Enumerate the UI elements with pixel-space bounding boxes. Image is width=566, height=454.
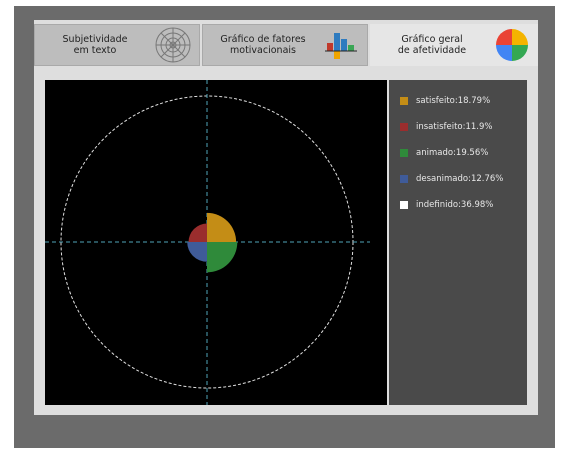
legend-item-animado: animado:19.56% bbox=[400, 148, 488, 158]
legend-label: indefinido:36.98% bbox=[416, 200, 494, 210]
tab-subjetividade-label: Subjetividade em texto bbox=[62, 34, 128, 56]
affectivity-chart bbox=[45, 80, 387, 405]
tab-subjetividade[interactable]: Subjetividade em texto bbox=[34, 24, 200, 66]
tab-fatores-motivacionais[interactable]: Gráfico de fatores motivacionais bbox=[202, 24, 368, 66]
radar-target-icon bbox=[155, 27, 191, 63]
tab-afetividade[interactable]: Gráfico geral de afetividade bbox=[370, 24, 538, 66]
pie-wedge-desanimado bbox=[187, 242, 207, 262]
tab-fatores-label: Gráfico de fatores motivacionais bbox=[220, 34, 306, 56]
legend-item-desanimado: desanimado:12.76% bbox=[400, 174, 503, 184]
legend-swatch bbox=[400, 123, 408, 131]
legend-label: animado:19.56% bbox=[416, 148, 489, 158]
legend-swatch bbox=[400, 97, 408, 105]
legend-swatch bbox=[400, 201, 408, 209]
legend-label: desanimado:12.76% bbox=[416, 174, 504, 184]
bar-chart-icon bbox=[325, 33, 357, 59]
legend-swatch bbox=[400, 175, 408, 183]
tab-afetividade-label: Gráfico geral de afetividade bbox=[397, 34, 467, 56]
legend-item-insatisfeito: insatisfeito:11.9% bbox=[400, 122, 493, 132]
legend-item-satisfeito: satisfeito:18.79% bbox=[400, 96, 490, 106]
legend-panel: satisfeito:18.79% insatisfeito:11.9% ani… bbox=[389, 80, 527, 405]
legend-label: insatisfeito:11.9% bbox=[416, 122, 493, 132]
pie-wedge-insatisfeito bbox=[188, 223, 207, 242]
pie-wedge-animado bbox=[207, 242, 238, 273]
affectivity-pie-svg bbox=[45, 80, 370, 405]
pie-wedge-satisfeito bbox=[207, 212, 237, 242]
legend-item-indefinido: indefinido:36.98% bbox=[400, 200, 493, 210]
legend-label: satisfeito:18.79% bbox=[416, 96, 491, 106]
pie-chart-icon bbox=[496, 29, 528, 61]
legend-swatch bbox=[400, 149, 408, 157]
